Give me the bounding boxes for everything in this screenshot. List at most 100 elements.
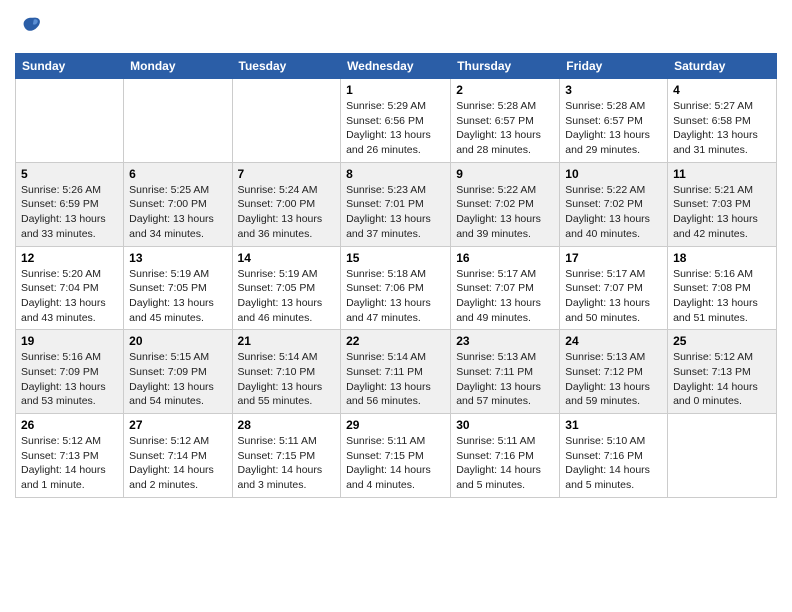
calendar-cell: 16 Sunrise: 5:17 AM Sunset: 7:07 PM Dayli… <box>451 246 560 330</box>
day-info: Sunrise: 5:29 AM Sunset: 6:56 PM Dayligh… <box>346 99 445 158</box>
day-info: Sunrise: 5:27 AM Sunset: 6:58 PM Dayligh… <box>673 99 771 158</box>
day-number: 29 <box>346 418 445 432</box>
day-info: Sunrise: 5:19 AM Sunset: 7:05 PM Dayligh… <box>129 267 226 326</box>
day-number: 31 <box>565 418 662 432</box>
day-number: 9 <box>456 167 554 181</box>
day-info: Sunrise: 5:14 AM Sunset: 7:11 PM Dayligh… <box>346 350 445 409</box>
day-number: 23 <box>456 334 554 348</box>
day-number: 22 <box>346 334 445 348</box>
calendar-cell: 24Sunrise: 5:13 AM Sunset: 7:12 PM Dayli… <box>560 330 668 414</box>
day-number: 15 <box>346 251 445 265</box>
calendar-cell: 20Sunrise: 5:15 AM Sunset: 7:09 PM Dayli… <box>124 330 232 414</box>
calendar-cell <box>124 79 232 163</box>
day-number: 10 <box>565 167 662 181</box>
day-number: 2 <box>456 83 554 97</box>
calendar-cell: 7 Sunrise: 5:24 AM Sunset: 7:00 PM Daylig… <box>232 162 341 246</box>
day-info: Sunrise: 5:21 AM Sunset: 7:03 PM Dayligh… <box>673 183 771 242</box>
day-number: 17 <box>565 251 662 265</box>
calendar-cell: 29 Sunrise: 5:11 AM Sunset: 7:15 PM Dayli… <box>341 414 451 498</box>
day-number: 12 <box>21 251 118 265</box>
day-info: Sunrise: 5:25 AM Sunset: 7:00 PM Dayligh… <box>129 183 226 242</box>
day-number: 7 <box>238 167 336 181</box>
day-info: Sunrise: 5:23 AM Sunset: 7:01 PM Dayligh… <box>346 183 445 242</box>
calendar-cell: 15 Sunrise: 5:18 AM Sunset: 7:06 PM Dayli… <box>341 246 451 330</box>
day-info: Sunrise: 5:22 AM Sunset: 7:02 PM Dayligh… <box>456 183 554 242</box>
calendar-cell: 31 Sunrise: 5:10 AM Sunset: 7:16 PM Dayli… <box>560 414 668 498</box>
calendar-cell: 17Sunrise: 5:17 AM Sunset: 7:07 PM Dayli… <box>560 246 668 330</box>
day-info: Sunrise: 5:15 AM Sunset: 7:09 PM Dayligh… <box>129 350 226 409</box>
calendar-cell: 9 Sunrise: 5:22 AM Sunset: 7:02 PM Daylig… <box>451 162 560 246</box>
calendar-week-row: 1 Sunrise: 5:29 AM Sunset: 6:56 PM Daylig… <box>16 79 777 163</box>
calendar-cell: 19Sunrise: 5:16 AM Sunset: 7:09 PM Dayli… <box>16 330 124 414</box>
calendar-cell: 25 Sunrise: 5:12 AM Sunset: 7:13 PM Dayli… <box>668 330 777 414</box>
calendar-cell: 11 Sunrise: 5:21 AM Sunset: 7:03 PM Dayli… <box>668 162 777 246</box>
day-info: Sunrise: 5:13 AM Sunset: 7:11 PM Dayligh… <box>456 350 554 409</box>
calendar-cell: 14 Sunrise: 5:19 AM Sunset: 7:05 PM Dayli… <box>232 246 341 330</box>
day-info: Sunrise: 5:20 AM Sunset: 7:04 PM Dayligh… <box>21 267 118 326</box>
day-number: 3 <box>565 83 662 97</box>
day-number: 5 <box>21 167 118 181</box>
day-header-friday: Friday <box>560 54 668 79</box>
day-header-sunday: Sunday <box>16 54 124 79</box>
day-header-saturday: Saturday <box>668 54 777 79</box>
day-number: 30 <box>456 418 554 432</box>
day-number: 13 <box>129 251 226 265</box>
day-info: Sunrise: 5:11 AM Sunset: 7:16 PM Dayligh… <box>456 434 554 493</box>
day-number: 28 <box>238 418 336 432</box>
calendar-week-row: 19Sunrise: 5:16 AM Sunset: 7:09 PM Dayli… <box>16 330 777 414</box>
calendar-cell: 1 Sunrise: 5:29 AM Sunset: 6:56 PM Daylig… <box>341 79 451 163</box>
day-number: 6 <box>129 167 226 181</box>
day-number: 16 <box>456 251 554 265</box>
day-info: Sunrise: 5:14 AM Sunset: 7:10 PM Dayligh… <box>238 350 336 409</box>
calendar-header-row: SundayMondayTuesdayWednesdayThursdayFrid… <box>16 54 777 79</box>
day-info: Sunrise: 5:24 AM Sunset: 7:00 PM Dayligh… <box>238 183 336 242</box>
day-info: Sunrise: 5:16 AM Sunset: 7:09 PM Dayligh… <box>21 350 118 409</box>
calendar-cell: 26 Sunrise: 5:12 AM Sunset: 7:13 PM Dayli… <box>16 414 124 498</box>
calendar-cell: 22 Sunrise: 5:14 AM Sunset: 7:11 PM Dayli… <box>341 330 451 414</box>
day-number: 27 <box>129 418 226 432</box>
day-header-thursday: Thursday <box>451 54 560 79</box>
day-info: Sunrise: 5:12 AM Sunset: 7:13 PM Dayligh… <box>21 434 118 493</box>
day-info: Sunrise: 5:11 AM Sunset: 7:15 PM Dayligh… <box>238 434 336 493</box>
day-info: Sunrise: 5:17 AM Sunset: 7:07 PM Dayligh… <box>456 267 554 326</box>
day-number: 1 <box>346 83 445 97</box>
day-header-monday: Monday <box>124 54 232 79</box>
day-header-tuesday: Tuesday <box>232 54 341 79</box>
day-number: 25 <box>673 334 771 348</box>
day-number: 11 <box>673 167 771 181</box>
calendar-table: SundayMondayTuesdayWednesdayThursdayFrid… <box>15 53 777 498</box>
calendar-week-row: 5Sunrise: 5:26 AM Sunset: 6:59 PM Daylig… <box>16 162 777 246</box>
calendar-cell: 4 Sunrise: 5:27 AM Sunset: 6:58 PM Daylig… <box>668 79 777 163</box>
calendar-cell: 10 Sunrise: 5:22 AM Sunset: 7:02 PM Dayli… <box>560 162 668 246</box>
day-number: 4 <box>673 83 771 97</box>
day-number: 14 <box>238 251 336 265</box>
calendar-cell: 13 Sunrise: 5:19 AM Sunset: 7:05 PM Dayli… <box>124 246 232 330</box>
calendar-cell: 5Sunrise: 5:26 AM Sunset: 6:59 PM Daylig… <box>16 162 124 246</box>
logo-bird-icon <box>17 14 45 42</box>
day-header-wednesday: Wednesday <box>341 54 451 79</box>
calendar-cell: 18Sunrise: 5:16 AM Sunset: 7:08 PM Dayli… <box>668 246 777 330</box>
day-info: Sunrise: 5:12 AM Sunset: 7:13 PM Dayligh… <box>673 350 771 409</box>
day-info: Sunrise: 5:19 AM Sunset: 7:05 PM Dayligh… <box>238 267 336 326</box>
day-number: 21 <box>238 334 336 348</box>
calendar-cell: 23 Sunrise: 5:13 AM Sunset: 7:11 PM Dayli… <box>451 330 560 414</box>
calendar-cell: 28 Sunrise: 5:11 AM Sunset: 7:15 PM Dayli… <box>232 414 341 498</box>
calendar-cell <box>668 414 777 498</box>
calendar-cell <box>16 79 124 163</box>
day-info: Sunrise: 5:28 AM Sunset: 6:57 PM Dayligh… <box>565 99 662 158</box>
calendar-cell: 2 Sunrise: 5:28 AM Sunset: 6:57 PM Daylig… <box>451 79 560 163</box>
day-info: Sunrise: 5:11 AM Sunset: 7:15 PM Dayligh… <box>346 434 445 493</box>
calendar-cell: 12 Sunrise: 5:20 AM Sunset: 7:04 PM Dayli… <box>16 246 124 330</box>
day-info: Sunrise: 5:10 AM Sunset: 7:16 PM Dayligh… <box>565 434 662 493</box>
day-info: Sunrise: 5:22 AM Sunset: 7:02 PM Dayligh… <box>565 183 662 242</box>
day-info: Sunrise: 5:12 AM Sunset: 7:14 PM Dayligh… <box>129 434 226 493</box>
calendar-cell: 3 Sunrise: 5:28 AM Sunset: 6:57 PM Daylig… <box>560 79 668 163</box>
day-number: 26 <box>21 418 118 432</box>
day-number: 24 <box>565 334 662 348</box>
day-info: Sunrise: 5:18 AM Sunset: 7:06 PM Dayligh… <box>346 267 445 326</box>
calendar-cell: 30 Sunrise: 5:11 AM Sunset: 7:16 PM Dayli… <box>451 414 560 498</box>
calendar-cell <box>232 79 341 163</box>
day-info: Sunrise: 5:28 AM Sunset: 6:57 PM Dayligh… <box>456 99 554 158</box>
day-number: 18 <box>673 251 771 265</box>
page-header <box>15 10 777 47</box>
